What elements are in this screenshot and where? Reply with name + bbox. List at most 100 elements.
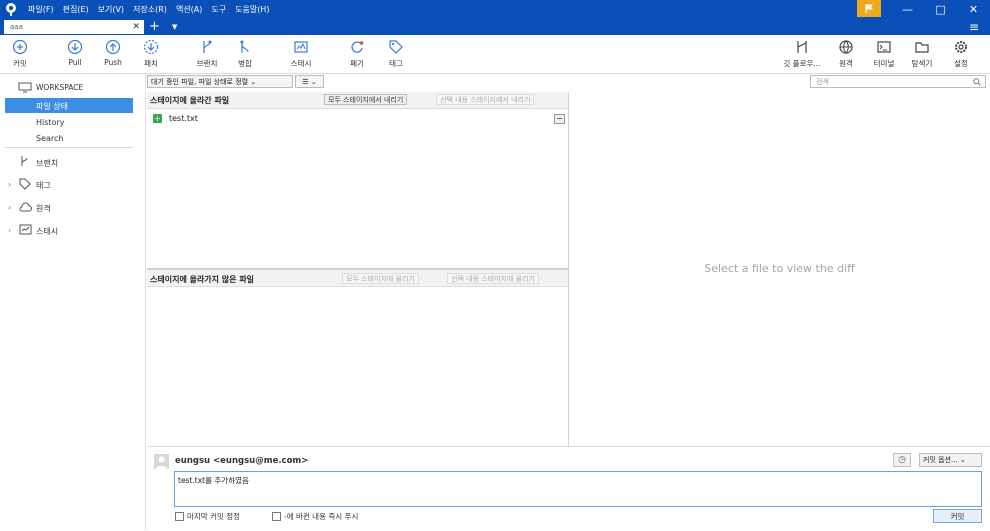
chevron-down-icon: ⌄ [250, 78, 257, 86]
commit-toolbar-button[interactable]: 커밋 [0, 39, 40, 69]
sidebar-item-tags[interactable]: 태그 [36, 180, 51, 191]
tab-repository[interactable]: aaa ✕ [4, 20, 144, 34]
unstage-selected-button[interactable]: 선택 내용 스테이지에서 내리기 [436, 94, 535, 105]
checkbox-box[interactable] [272, 512, 281, 521]
search-input[interactable]: 검색 [810, 75, 986, 88]
sidebar-divider [5, 147, 133, 148]
push-immediately-checkbox[interactable]: -에 바뀐 내용 즉시 푸시 [272, 511, 358, 522]
chevron-down-icon: ⌄ [959, 456, 966, 464]
gitflow-icon [797, 41, 807, 53]
commit-toolbar-label: 커밋 [13, 59, 27, 68]
close-window-button[interactable]: ✕ [957, 0, 990, 19]
stash-toolbar-button[interactable]: 스태시 [281, 39, 321, 69]
amend-last-commit-checkbox[interactable]: 마지막 커밋 정정 [175, 511, 240, 522]
push-toolbar-label: Push [104, 58, 122, 67]
staged-panel-title: 스테이지에 올라간 파일 [150, 96, 230, 105]
tab-dropdown-icon[interactable]: ▼ [172, 19, 177, 35]
explorer-toolbar-label: 탐색기 [911, 59, 933, 68]
merge-icon [240, 40, 249, 53]
folder-icon [915, 42, 929, 53]
sidebar-item-remotes[interactable]: 원격 [36, 203, 51, 214]
new-tab-button[interactable]: + [149, 19, 160, 35]
hamburger-menu-icon[interactable]: ≡ [969, 19, 979, 35]
checkbox-box[interactable] [175, 512, 184, 521]
push-immediately-label: -에 바뀐 내용 즉시 푸시 [284, 512, 359, 521]
commit-author: eungsu <eungsu@me.com> [175, 456, 309, 466]
merge-toolbar-button[interactable]: 병합 [225, 39, 265, 69]
terminal-toolbar-label: 터미널 [873, 59, 895, 68]
toolbar: 커밋 Pull Push 패치 브랜치 병합 스태시 폐기 태그 깃 플로우..… [0, 35, 990, 74]
globe-icon [839, 40, 853, 54]
terminal-icon [877, 41, 891, 53]
push-icon [105, 39, 121, 55]
commit-options-select[interactable]: 커밋 옵션... ⌄ [919, 453, 982, 467]
file-filter-value: 대기 중인 파일, 파일 상태로 정렬 [151, 78, 249, 86]
sidebar-item-stashes[interactable]: 스태시 [36, 226, 58, 237]
file-name: test.txt [169, 114, 198, 123]
tag-toolbar-button[interactable]: 태그 [376, 39, 416, 69]
list-item[interactable]: + test.txt − [147, 113, 568, 125]
remote-toolbar-label: 원격 [839, 59, 853, 68]
stage-selected-button[interactable]: 선택 내용 스테이지에 올리기 [447, 273, 539, 284]
tag-icon [389, 40, 403, 54]
maximize-button[interactable]: □ [924, 0, 957, 19]
title-bar: 파일(F) 편집(E) 보기(V) 저장소(R) 액션(A) 도구 도움말(H)… [0, 0, 990, 19]
stage-all-button[interactable]: 모두 스테이지에 올리기 [342, 273, 419, 284]
fetch-toolbar-button[interactable]: 패치 [131, 39, 171, 69]
menu-repository[interactable]: 저장소(R) [133, 4, 167, 15]
minimize-button[interactable]: — [891, 0, 924, 19]
merge-toolbar-label: 병합 [238, 59, 252, 68]
explorer-toolbar-button[interactable]: 탐색기 [902, 39, 942, 69]
commit-history-clock-icon[interactable]: ◷ [893, 453, 911, 467]
expand-tags-chevron-icon[interactable]: › [8, 180, 11, 189]
commit-button[interactable]: 커밋 [933, 509, 982, 523]
menu-file[interactable]: 파일(F) [28, 4, 54, 15]
settings-toolbar-button[interactable]: 설정 [941, 39, 981, 69]
gear-icon [955, 41, 967, 53]
commit-button-label: 커밋 [950, 512, 965, 521]
expand-remotes-chevron-icon[interactable]: › [8, 203, 11, 212]
file-filter-select[interactable]: 대기 중인 파일, 파일 상태로 정렬 ⌄ [147, 75, 293, 88]
list-view-icon: ☰ [302, 78, 309, 86]
view-mode-select[interactable]: ☰ ⌄ [295, 75, 324, 88]
workspace-monitor-icon [18, 82, 32, 93]
avatar [154, 454, 169, 469]
search-icon [973, 78, 981, 86]
tab-close-icon[interactable]: ✕ [132, 20, 140, 34]
flag-button[interactable] [857, 0, 881, 17]
window-controls: — □ ✕ [891, 0, 990, 19]
sourcetree-logo-icon [6, 3, 16, 16]
push-toolbar-button[interactable]: Push [93, 39, 133, 67]
tag-icon [19, 178, 31, 190]
search-placeholder: 검색 [816, 78, 829, 86]
discard-toolbar-button[interactable]: 폐기 [337, 39, 377, 69]
unstage-file-minus-icon[interactable]: − [554, 114, 565, 124]
terminal-toolbar-button[interactable]: 터미널 [864, 39, 904, 69]
unstage-all-button[interactable]: 모두 스테이지에서 내리기 [324, 94, 408, 105]
expand-stashes-chevron-icon[interactable]: › [8, 226, 11, 235]
menu-edit[interactable]: 편집(E) [63, 4, 89, 15]
sidebar-item-file-status[interactable]: 파일 상태 [5, 98, 133, 113]
sidebar-workspace-header: WORKSPACE [36, 83, 84, 92]
menu-help[interactable]: 도움말(H) [235, 4, 269, 15]
commit-message-input[interactable]: test.txt를 추가하였음 [174, 471, 982, 507]
chevron-down-icon: ⌄ [310, 78, 317, 86]
amend-label: 마지막 커밋 정정 [187, 512, 241, 521]
tag-toolbar-label: 태그 [389, 59, 403, 68]
remote-toolbar-button[interactable]: 원격 [826, 39, 866, 69]
menu-tools[interactable]: 도구 [211, 4, 226, 15]
sidebar-item-search[interactable]: Search [36, 134, 63, 143]
discard-toolbar-label: 폐기 [350, 59, 364, 68]
menu-view[interactable]: 보기(V) [98, 4, 124, 15]
branch-toolbar-label: 브랜치 [196, 59, 218, 68]
branch-toolbar-button[interactable]: 브랜치 [187, 39, 227, 69]
gitflow-toolbar-button[interactable]: 깃 플로우... [780, 39, 824, 69]
unstaged-panel-title: 스테이지에 올라가지 않은 파일 [150, 275, 255, 284]
pull-toolbar-button[interactable]: Pull [55, 39, 95, 67]
menu-actions[interactable]: 액션(A) [176, 4, 202, 15]
unstaged-panel-header: 스테이지에 올라가지 않은 파일 모두 스테이지에 올리기 선택 내용 스테이지… [147, 270, 568, 287]
sidebar-item-branches[interactable]: 브랜치 [36, 158, 58, 169]
staged-file-list: + test.txt − [147, 109, 568, 269]
sidebar: WORKSPACE 파일 상태 History Search 브랜치 › 태그 … [0, 74, 146, 530]
sidebar-item-history[interactable]: History [36, 118, 64, 127]
